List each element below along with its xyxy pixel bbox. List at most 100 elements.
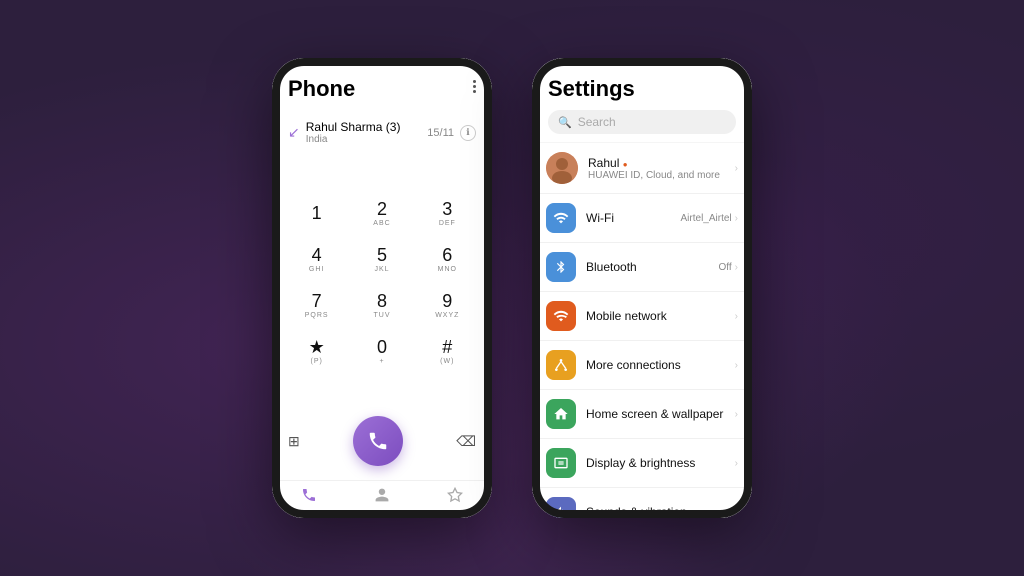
bluetooth-label: Bluetooth (586, 260, 709, 274)
dialpad-grid-icon[interactable]: ⊞ (288, 433, 300, 450)
phone-device: Phone ↙ Rahul Sharma (3) India (272, 58, 492, 518)
call-button[interactable] (353, 416, 403, 466)
homescreen-label: Home screen & wallpaper (586, 407, 725, 421)
dial-sub-7: PQRS (305, 312, 329, 319)
dial-btn-7[interactable]: 7 PQRS (291, 285, 343, 327)
caller-name: Rahul Sharma (3) (306, 120, 401, 134)
dial-num-8: 8 (377, 292, 387, 312)
profile-name: Rahul ● (588, 156, 725, 170)
homescreen-icon (553, 406, 569, 422)
settings-item-display[interactable]: Display & brightness › (532, 439, 752, 488)
dot2 (473, 85, 476, 88)
display-label: Display & brightness (586, 456, 725, 470)
profile-content: Rahul ● HUAWEI ID, Cloud, and more (588, 156, 725, 181)
dial-num-4: 4 (312, 246, 322, 266)
settings-item-wifi[interactable]: Wi-Fi Airtel_Airtel › (532, 194, 752, 243)
settings-device: Settings 🔍 Search (532, 58, 752, 518)
sounds-icon (553, 504, 569, 518)
settings-item-profile[interactable]: Rahul ● HUAWEI ID, Cloud, and more › (532, 143, 752, 194)
wifi-icon (553, 210, 569, 226)
dialpad-row-4: ★ (P) 0 + # (W) (284, 331, 480, 373)
dial-num-6: 6 (442, 246, 452, 266)
backspace-icon[interactable]: ⌫ (456, 433, 476, 450)
bluetooth-icon-bg (546, 252, 576, 282)
dial-num-9: 9 (442, 292, 452, 312)
settings-item-mobile[interactable]: Mobile network › (532, 292, 752, 341)
settings-item-sounds[interactable]: Sounds & vibration › (532, 488, 752, 518)
dial-sub-star: (P) (310, 358, 322, 365)
dial-btn-star[interactable]: ★ (P) (291, 331, 343, 373)
connections-icon (553, 357, 569, 373)
mobile-icon-bg (546, 301, 576, 331)
phones-container: Phone ↙ Rahul Sharma (3) India (272, 58, 752, 518)
settings-search-bar[interactable]: 🔍 Search (548, 110, 736, 134)
dial-btn-4[interactable]: 4 GHI (291, 239, 343, 281)
settings-item-homescreen[interactable]: Home screen & wallpaper › (532, 390, 752, 439)
phone-menu-button[interactable] (473, 80, 476, 93)
dial-num-1: 1 (312, 204, 322, 224)
dial-sub-8: TUV (373, 312, 390, 319)
display-content: Display & brightness (586, 456, 725, 470)
dial-btn-2[interactable]: 2 ABC (356, 193, 408, 235)
settings-list: Rahul ● HUAWEI ID, Cloud, and more › (532, 143, 752, 518)
call-info-button[interactable]: ℹ (460, 125, 476, 141)
dot3 (473, 90, 476, 93)
wifi-icon-bg (546, 203, 576, 233)
call-count: 15/11 (427, 127, 454, 139)
wifi-content: Wi-Fi (586, 211, 671, 225)
mobile-label: Mobile network (586, 309, 725, 323)
search-placeholder-text: Search (578, 115, 616, 129)
profile-chevron-icon: › (735, 163, 738, 174)
dial-sub-5: JKL (374, 266, 389, 273)
bluetooth-icon (554, 259, 568, 275)
recent-call-item[interactable]: ↙ Rahul Sharma (3) India 15/11 ℹ (288, 114, 476, 151)
dial-sub-2: ABC (373, 220, 390, 227)
settings-item-connections[interactable]: More connections › (532, 341, 752, 390)
phone-bottom-bar: ⊞ ⌫ (272, 408, 492, 480)
bluetooth-right: Off › (719, 262, 739, 273)
homescreen-right: › (735, 409, 738, 420)
bluetooth-chevron-icon: › (735, 262, 738, 273)
dial-sub-3: DEF (439, 220, 456, 227)
search-icon: 🔍 (558, 116, 572, 129)
dial-btn-3[interactable]: 3 DEF (421, 193, 473, 235)
dial-btn-hash[interactable]: # (W) (421, 331, 473, 373)
dial-sub-hash: (W) (440, 358, 454, 365)
dial-num-2: 2 (377, 200, 387, 220)
phone-screen: Phone ↙ Rahul Sharma (3) India (272, 58, 492, 518)
missed-call-icon: ↙ (288, 124, 300, 141)
profile-chevron: › (735, 163, 738, 174)
connections-label: More connections (586, 358, 725, 372)
dial-btn-0[interactable]: 0 + (356, 331, 408, 373)
sounds-icon-bg (546, 497, 576, 518)
settings-item-bluetooth[interactable]: Bluetooth Off › (532, 243, 752, 292)
dial-num-hash: # (442, 338, 452, 358)
connections-icon-bg (546, 350, 576, 380)
nav-favorites-icon[interactable] (447, 487, 463, 508)
mobile-content: Mobile network (586, 309, 725, 323)
dial-num-0: 0 (377, 338, 387, 358)
dial-btn-1[interactable]: 1 (291, 193, 343, 235)
dial-btn-9[interactable]: 9 WXYZ (421, 285, 473, 327)
mobile-right: › (735, 311, 738, 322)
nav-contacts-icon[interactable] (374, 487, 390, 508)
connections-content: More connections (586, 358, 725, 372)
call-details: Rahul Sharma (3) India (306, 120, 401, 145)
dial-num-5: 5 (377, 246, 387, 266)
caller-country: India (306, 134, 401, 145)
dial-btn-6[interactable]: 6 MNO (421, 239, 473, 281)
dial-btn-8[interactable]: 8 TUV (356, 285, 408, 327)
connections-right: › (735, 360, 738, 371)
dial-btn-5[interactable]: 5 JKL (356, 239, 408, 281)
nav-calls-icon[interactable] (301, 487, 317, 508)
dialpad-row-1: 1 2 ABC 3 DEF (284, 193, 480, 235)
display-icon-bg (546, 448, 576, 478)
phone-app-title: Phone (288, 76, 355, 102)
display-icon (553, 455, 569, 471)
dial-num-7: 7 (312, 292, 322, 312)
sounds-label: Sounds & vibration (586, 505, 725, 518)
wifi-value: Airtel_Airtel (681, 213, 732, 224)
display-chevron-icon: › (735, 458, 738, 469)
dialpad-row-2: 4 GHI 5 JKL 6 MNO (284, 239, 480, 281)
phone-app: Phone ↙ Rahul Sharma (3) India (272, 58, 492, 518)
